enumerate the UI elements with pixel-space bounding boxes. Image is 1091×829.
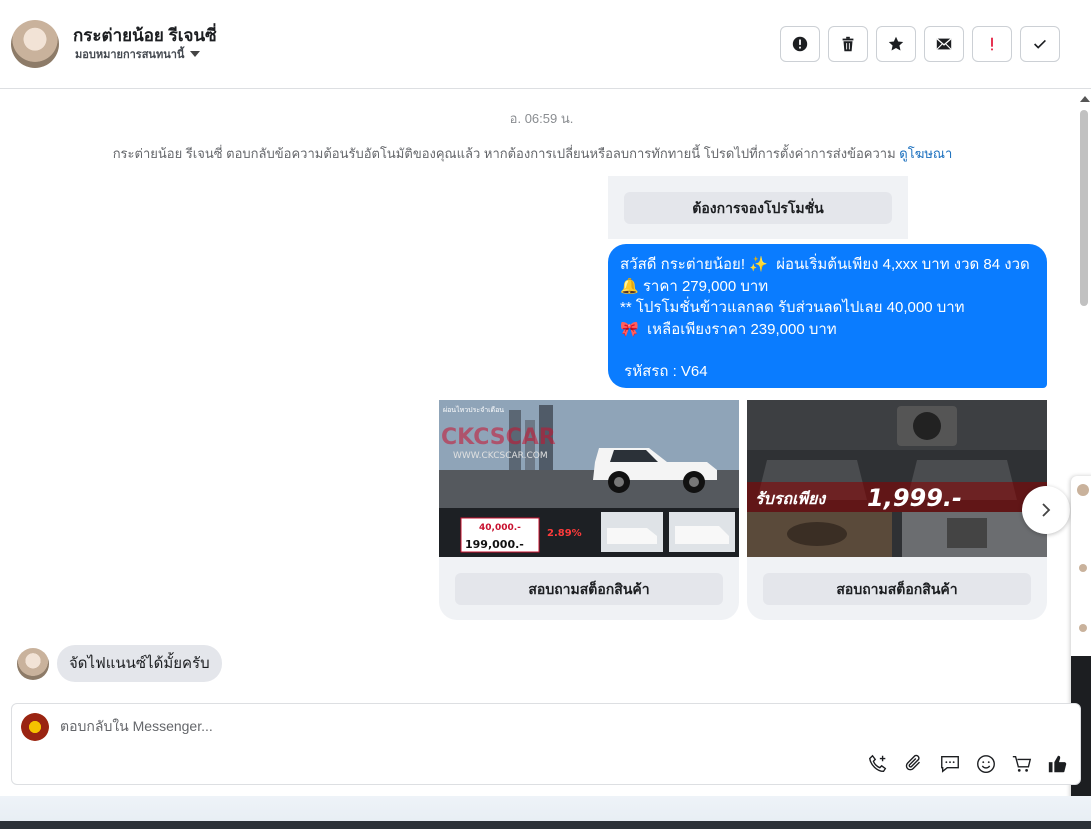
ad-rate: 2.89% — [547, 528, 582, 539]
participant-avatar — [1077, 484, 1089, 496]
scroll-up-arrow-icon[interactable] — [1080, 96, 1090, 102]
saved-reply-icon — [941, 755, 959, 773]
scroll-thumb[interactable] — [1080, 110, 1088, 306]
like-button[interactable] — [1046, 752, 1070, 776]
cart-icon — [1012, 755, 1032, 772]
outgoing-message: สวัสดี กระต่ายน้อย! ✨ ผ่อนเริ่มต้นเพียง … — [608, 244, 1047, 388]
ad-banner: ผ่อนไหวประจำเดือน — [443, 405, 504, 414]
taskbar-edge — [0, 821, 1091, 829]
mark-spam-button[interactable] — [780, 26, 820, 62]
assign-conversation-dropdown[interactable]: มอบหมายการสนทนานี้ — [75, 45, 201, 63]
message-line: ** โปรโมชั่นข้าวแลกลด รับส่วนลดไปเลย 40,… — [620, 299, 965, 316]
star-button[interactable] — [876, 26, 916, 62]
mark-unread-button[interactable] — [924, 26, 964, 62]
call-add-icon — [869, 754, 887, 773]
ad-promo: รับรถเพียง — [755, 489, 826, 508]
ad-brand: CKCSCAR — [441, 425, 556, 450]
view-ad-link[interactable]: ดูโฆษณา — [899, 146, 952, 161]
product-image[interactable]: รับรถเพียง 1,999.- — [747, 400, 1047, 557]
conversation-header: กระต่ายน้อย รีเจนซี่ มอบหมายการสนทนานี้ — [0, 0, 1091, 89]
contact-avatar[interactable] — [11, 20, 59, 68]
message-line — [620, 340, 1035, 361]
participant-avatar — [1079, 564, 1087, 572]
system-message-text: กระต่ายน้อย รีเจนซี่ ตอบกลับข้อความต้อนร… — [112, 146, 896, 161]
mark-done-button[interactable] — [1020, 26, 1060, 62]
system-message: กระต่ายน้อย รีเจนซี่ ตอบกลับข้อความต้อนร… — [0, 143, 1065, 164]
page-avatar — [21, 713, 49, 741]
caret-down-icon — [190, 51, 201, 57]
ad-down-payment: 40,000.- — [479, 523, 521, 533]
ad-amount: 1,999.- — [867, 484, 962, 512]
ad-price: 199,000.- — [465, 538, 524, 551]
message-line: 🎀 เหลือเพียงราคา 239,000 บาท — [620, 320, 837, 338]
incoming-message: จัดไฟแนนซ์ได้มั้ยครับ — [57, 645, 222, 682]
quick-reply-card: ต้องการจองโปรโมชั่น — [608, 176, 908, 239]
shop-button[interactable] — [1010, 752, 1034, 776]
message-line: รหัสรถ : V64 — [620, 363, 708, 380]
check-icon — [1034, 39, 1046, 49]
follow-up-button[interactable] — [972, 26, 1012, 62]
delete-button[interactable] — [828, 26, 868, 62]
call-button[interactable] — [866, 752, 890, 776]
exclamation-icon — [991, 37, 993, 51]
participant-avatar — [1079, 624, 1087, 632]
product-card: ผ่อนไหวประจำเดือน CKCSCAR WWW.CKCSCAR.CO… — [439, 400, 739, 620]
book-promotion-button[interactable]: ต้องการจองโปรโมชั่น — [624, 192, 892, 224]
ad-website: WWW.CKCSCAR.COM — [453, 451, 548, 461]
emoji-button[interactable] — [974, 752, 998, 776]
envelope-icon — [936, 38, 952, 50]
contact-avatar-small — [17, 648, 49, 680]
paperclip-icon — [905, 754, 920, 771]
carousel-next-button[interactable] — [1022, 486, 1070, 534]
chevron-right-icon — [1042, 503, 1051, 517]
message-composer — [11, 703, 1081, 785]
message-thread: อ. 06:59 น. กระต่ายน้อย รีเจนซี่ ตอบกลับ… — [0, 90, 1077, 796]
message-line: 🔔 ราคา 279,000 บาท — [620, 277, 769, 295]
saved-replies-button[interactable] — [938, 752, 962, 776]
alert-circle-icon — [792, 36, 808, 52]
reply-input[interactable] — [60, 718, 860, 734]
product-card: รับรถเพียง 1,999.- สอบถามสต็อกสินค้า — [747, 400, 1047, 620]
emoji-icon — [977, 755, 995, 773]
assign-label: มอบหมายการสนทนานี้ — [75, 49, 185, 61]
star-icon — [888, 36, 904, 51]
trash-icon — [842, 36, 854, 52]
product-image[interactable]: ผ่อนไหวประจำเดือน CKCSCAR WWW.CKCSCAR.CO… — [439, 400, 739, 557]
message-timestamp: อ. 06:59 น. — [509, 111, 574, 126]
message-line: สวัสดี กระต่ายน้อย! ✨ ผ่อนเริ่มต้นเพียง … — [620, 256, 1030, 273]
thumbs-up-icon — [1048, 755, 1067, 773]
check-stock-button[interactable]: สอบถามสต็อกสินค้า — [455, 573, 723, 605]
check-stock-button[interactable]: สอบถามสต็อกสินค้า — [763, 573, 1031, 605]
attach-button[interactable] — [902, 752, 926, 776]
